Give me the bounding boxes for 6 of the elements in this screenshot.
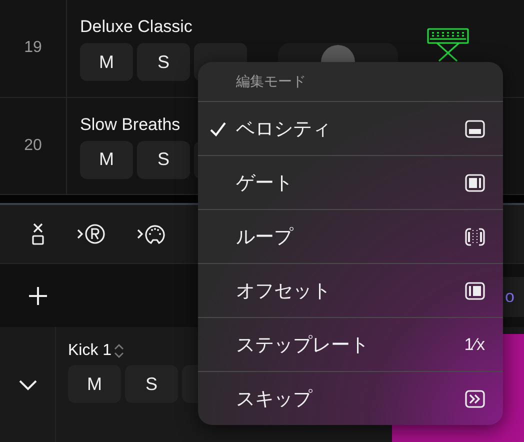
track-number: 20 <box>24 136 42 155</box>
track-name: Slow Breaths <box>80 114 180 134</box>
step-rate-icon: 1⁄x <box>464 334 485 354</box>
track-name: Deluxe Classic <box>80 17 192 37</box>
menu-header: 編集モード <box>236 72 306 90</box>
track-number: 19 <box>24 39 42 58</box>
